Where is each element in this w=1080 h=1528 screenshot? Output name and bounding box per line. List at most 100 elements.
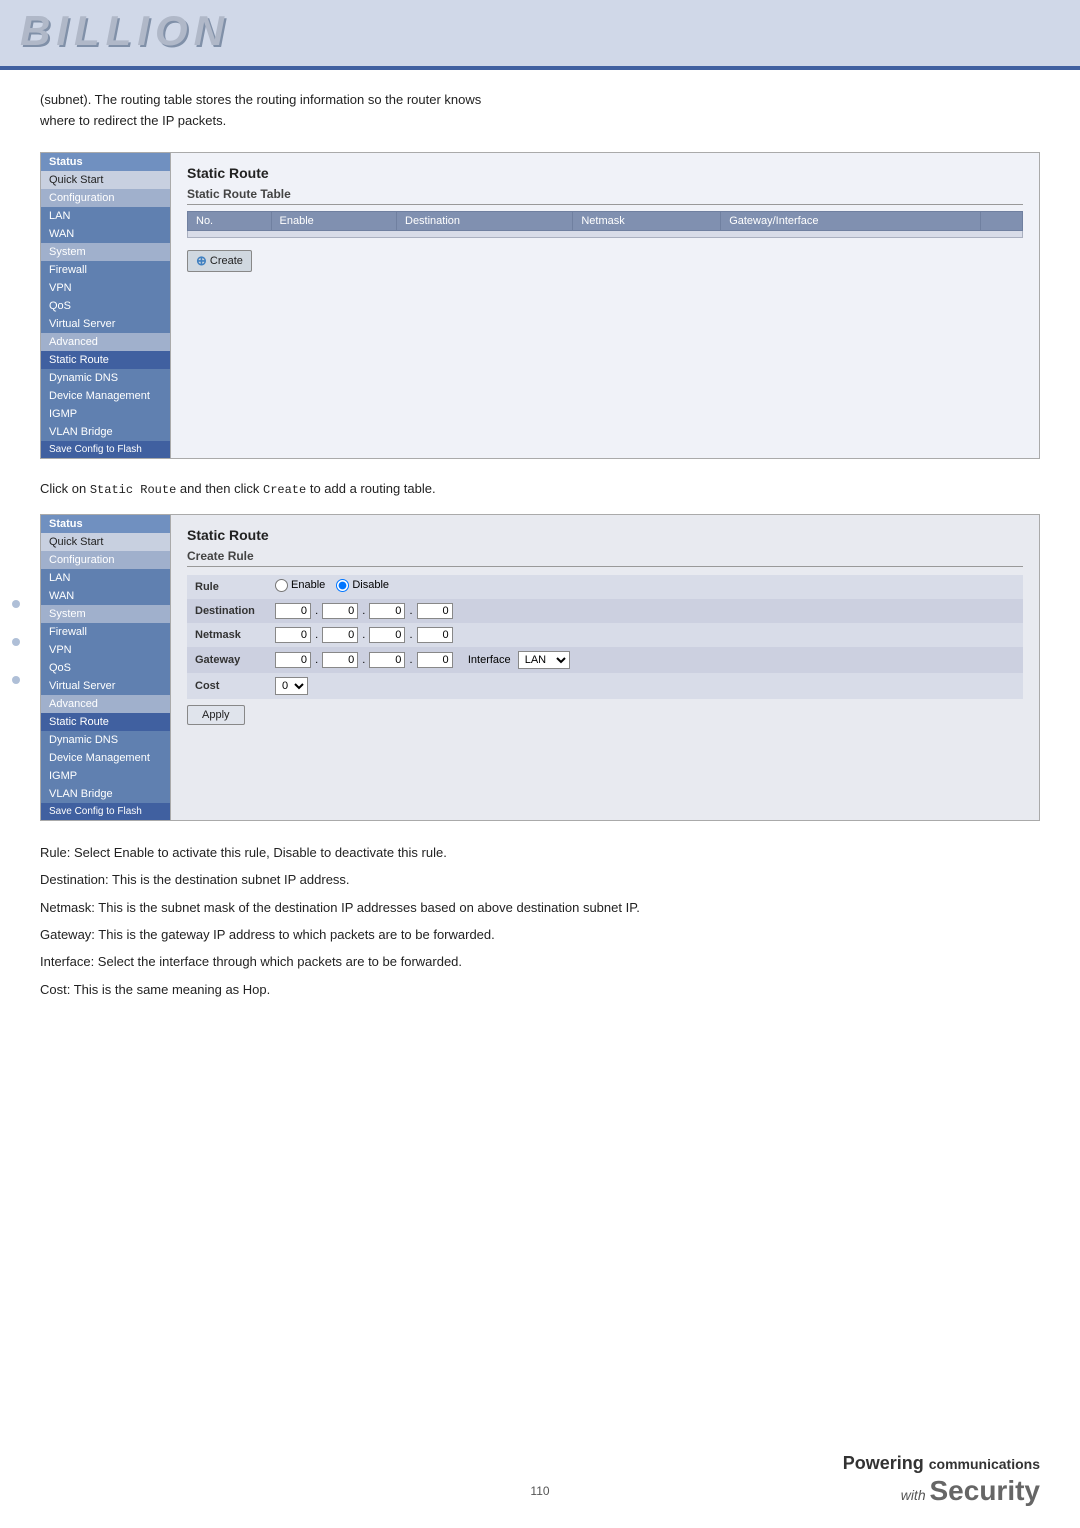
sidebar-item-vpn-2[interactable]: VPN: [41, 641, 170, 659]
disable-radio-label[interactable]: Disable: [336, 579, 389, 592]
apply-button[interactable]: Apply: [187, 705, 245, 725]
intro-line1: (subnet). The routing table stores the r…: [40, 92, 481, 107]
sidebar-item-wan-2[interactable]: WAN: [41, 587, 170, 605]
brand-comm-text: communications: [929, 1456, 1040, 1472]
panel1-subtitle: Static Route Table: [187, 187, 1023, 205]
destination-label: Destination: [187, 599, 267, 623]
sidebar-item-lan-1[interactable]: LAN: [41, 207, 170, 225]
sidebar-item-status-2[interactable]: Status: [41, 515, 170, 533]
sidebar-item-dynamicdns-2[interactable]: Dynamic DNS: [41, 731, 170, 749]
sidebar-item-system-2[interactable]: System: [41, 605, 170, 623]
panel2-container: Status Quick Start Configuration LAN WAN…: [40, 514, 1040, 821]
desc-interface: Interface: Select the interface through …: [40, 950, 1040, 973]
gateway-label: Gateway: [187, 647, 267, 673]
static-route-table: No. Enable Destination Netmask Gateway/I…: [187, 211, 1023, 238]
gateway-value: . . . Interface LAN WAN: [267, 647, 1023, 673]
sidebar-item-devicemgmt-2[interactable]: Device Management: [41, 749, 170, 767]
sidebar-item-virtualserver-1[interactable]: Virtual Server: [41, 315, 170, 333]
logo: BILLION: [20, 10, 1060, 52]
interface-select[interactable]: LAN WAN: [518, 651, 570, 669]
dest-octet2[interactable]: [322, 603, 358, 619]
sidebar-item-advanced-2[interactable]: Advanced: [41, 695, 170, 713]
enable-radio-label[interactable]: Enable: [275, 579, 325, 592]
dest-octet1[interactable]: [275, 603, 311, 619]
panel1-container: Status Quick Start Configuration LAN WAN…: [40, 152, 1040, 459]
netmask-label: Netmask: [187, 623, 267, 647]
gw-sep1: .: [315, 654, 318, 666]
gw-sep2: .: [362, 654, 365, 666]
sidebar-item-dynamicdns-1[interactable]: Dynamic DNS: [41, 369, 170, 387]
sidebar-item-vlanbridge-2[interactable]: VLAN Bridge: [41, 785, 170, 803]
dot-1: [12, 600, 20, 608]
sidebar-item-configuration-1[interactable]: Configuration: [41, 189, 170, 207]
col-destination: Destination: [397, 211, 573, 230]
destination-value: . . .: [267, 599, 1023, 623]
sidebar-item-vlanbridge-1[interactable]: VLAN Bridge: [41, 423, 170, 441]
sidebar-item-saveconfig-2[interactable]: Save Config to Flash: [41, 803, 170, 820]
netmask-sep1: .: [315, 629, 318, 641]
intro-text: (subnet). The routing table stores the r…: [40, 90, 1040, 132]
sidebar-item-status-1[interactable]: Status: [41, 153, 170, 171]
sidebar-item-qos-1[interactable]: QoS: [41, 297, 170, 315]
sidebar-item-virtualserver-2[interactable]: Virtual Server: [41, 677, 170, 695]
netmask-value: . . .: [267, 623, 1023, 647]
sidebar-item-quickstart-1[interactable]: Quick Start: [41, 171, 170, 189]
netmask-octet4[interactable]: [417, 627, 453, 643]
sidebar-item-firewall-2[interactable]: Firewall: [41, 623, 170, 641]
cost-select[interactable]: 0 1 2: [275, 677, 308, 695]
gw-octet3[interactable]: [369, 652, 405, 668]
enable-radio[interactable]: [275, 579, 288, 592]
disable-label: Disable: [352, 579, 389, 591]
gw-octet4[interactable]: [417, 652, 453, 668]
intro-line2: where to redirect the IP packets.: [40, 113, 226, 128]
empty-row: [188, 230, 1023, 237]
sidebar-item-system-1[interactable]: System: [41, 243, 170, 261]
panel1-content: Static Route Static Route Table No. Enab…: [171, 153, 1039, 458]
sidebar-item-lan-2[interactable]: LAN: [41, 569, 170, 587]
netmask-octet1[interactable]: [275, 627, 311, 643]
panel2-subtitle: Create Rule: [187, 549, 1023, 567]
brand-with-text: with: [901, 1487, 930, 1503]
sidebar-item-configuration-2[interactable]: Configuration: [41, 551, 170, 569]
cost-label: Cost: [187, 673, 267, 699]
descriptions: Rule: Select Enable to activate this rul…: [40, 841, 1040, 1001]
destination-row: Destination . . .: [187, 599, 1023, 623]
gw-octet2[interactable]: [322, 652, 358, 668]
col-extra: [981, 211, 1023, 230]
sidebar-item-advanced-1[interactable]: Advanced: [41, 333, 170, 351]
col-netmask: Netmask: [573, 211, 721, 230]
gateway-row: Gateway . . . Interface: [187, 647, 1023, 673]
cost-value: 0 1 2: [267, 673, 1023, 699]
sidebar-item-saveconfig-1[interactable]: Save Config to Flash: [41, 441, 170, 458]
netmask-octet3[interactable]: [369, 627, 405, 643]
left-dots: [12, 600, 20, 684]
sidebar-item-igmp-1[interactable]: IGMP: [41, 405, 170, 423]
sidebar-item-devicemgmt-1[interactable]: Device Management: [41, 387, 170, 405]
sidebar-item-qos-2[interactable]: QoS: [41, 659, 170, 677]
dest-octet4[interactable]: [417, 603, 453, 619]
netmask-octet2[interactable]: [322, 627, 358, 643]
rule-row: Rule Enable Disable: [187, 575, 1023, 599]
plus-icon: ⊕: [196, 253, 207, 269]
sidebar-item-quickstart-2[interactable]: Quick Start: [41, 533, 170, 551]
sidebar-item-staticroute-1[interactable]: Static Route: [41, 351, 170, 369]
brand-logo: Powering communications with Security: [843, 1453, 1040, 1508]
create-button[interactable]: ⊕ Create: [187, 250, 252, 272]
desc-cost: Cost: This is the same meaning as Hop.: [40, 978, 1040, 1001]
sidebar-item-vpn-1[interactable]: VPN: [41, 279, 170, 297]
sidebar-item-wan-1[interactable]: WAN: [41, 225, 170, 243]
col-gateway: Gateway/Interface: [721, 211, 981, 230]
sidebar-item-firewall-1[interactable]: Firewall: [41, 261, 170, 279]
disable-radio[interactable]: [336, 579, 349, 592]
panel2-title: Static Route: [187, 527, 1023, 543]
create-rule-form: Rule Enable Disable: [187, 575, 1023, 699]
dot-2: [12, 638, 20, 646]
dot-3: [12, 676, 20, 684]
panel1-title: Static Route: [187, 165, 1023, 181]
dest-sep1: .: [315, 605, 318, 617]
sidebar-item-staticroute-2[interactable]: Static Route: [41, 713, 170, 731]
interface-label: Interface: [468, 654, 511, 666]
sidebar-item-igmp-2[interactable]: IGMP: [41, 767, 170, 785]
dest-octet3[interactable]: [369, 603, 405, 619]
gw-octet1[interactable]: [275, 652, 311, 668]
